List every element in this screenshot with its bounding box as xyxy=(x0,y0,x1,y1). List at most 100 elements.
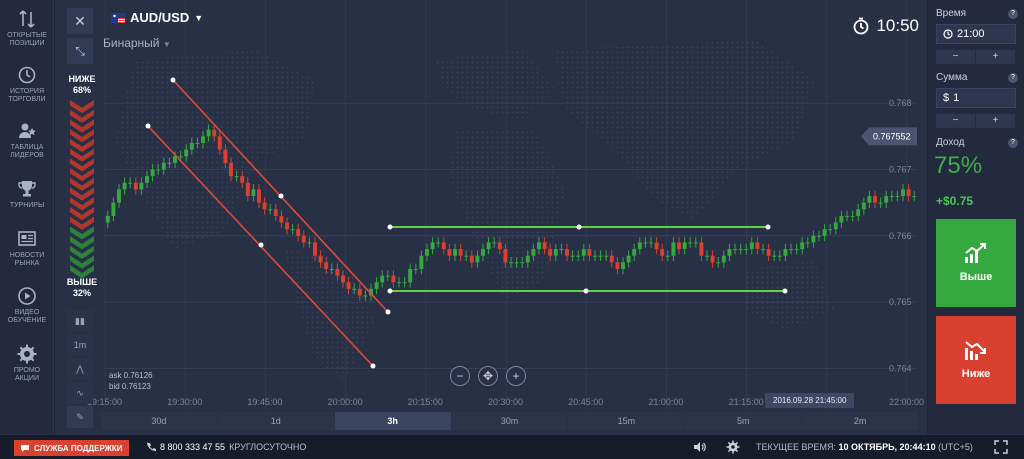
candle-body xyxy=(856,209,861,216)
candle-body xyxy=(895,196,900,198)
nav-label: ВИДЕО ОБУЧЕНИЕ xyxy=(7,309,47,324)
x-tick-label: 20:00:00 xyxy=(328,397,363,407)
x-tick-label: 19:45:00 xyxy=(247,397,282,407)
line-tool-icon[interactable]: ∿ xyxy=(67,382,93,404)
phone-number: 8 800 333 47 55 xyxy=(160,442,226,452)
drawing-handle xyxy=(370,363,376,369)
lower-button[interactable]: Ниже xyxy=(936,316,1016,404)
higher-label: Выше xyxy=(959,271,993,283)
candle-body xyxy=(352,288,357,290)
timeframe-30m[interactable]: 30m xyxy=(451,412,569,430)
candle-body xyxy=(649,242,653,244)
y-tick-label: 0.767 xyxy=(889,164,912,174)
x-tick-label: 20:30:00 xyxy=(488,397,523,407)
candle-body xyxy=(268,209,273,211)
trophy-icon xyxy=(18,181,36,197)
candle-body xyxy=(576,255,581,257)
zoom-out-button[interactable]: − xyxy=(450,366,470,386)
candle-body xyxy=(133,182,138,190)
candle-body xyxy=(654,242,659,250)
sentiment-lower-label: НИЖЕ xyxy=(68,74,96,84)
indicator-icon[interactable]: ⋀ xyxy=(67,358,93,380)
timeframe-30d[interactable]: 30d xyxy=(101,412,218,430)
help-icon[interactable]: ? xyxy=(1008,138,1018,148)
time-minus-button[interactable]: − xyxy=(936,50,976,64)
help-icon[interactable]: ? xyxy=(1008,73,1018,83)
ask-price: ask 0.76126 xyxy=(109,371,153,380)
settings-gear-icon[interactable] xyxy=(726,440,740,454)
time-plus-button[interactable]: + xyxy=(976,50,1016,64)
pencil-icon[interactable]: ✎ xyxy=(67,406,93,428)
candle-body xyxy=(749,242,754,250)
expiry-time-field[interactable]: 21:00 xyxy=(936,24,1016,44)
amount-field[interactable]: $ 1 xyxy=(936,88,1016,108)
candle-body xyxy=(363,295,368,297)
candle-body xyxy=(587,249,592,256)
sentiment-bar xyxy=(70,100,94,279)
flag-au-us-icon xyxy=(111,12,125,23)
candle-body xyxy=(245,182,250,197)
drawing-handle xyxy=(583,288,589,294)
timeframe-1d[interactable]: 1d xyxy=(217,412,335,430)
candle-body xyxy=(469,255,474,263)
asset-selector[interactable]: AUD/USD ▼ xyxy=(111,10,203,25)
nav-leaderboard[interactable]: ТАБЛИЦА ЛИДЕРОВ xyxy=(0,120,54,160)
asset-name: AUD/USD xyxy=(130,10,190,25)
amount-minus-button[interactable]: − xyxy=(936,114,976,128)
candle-body xyxy=(833,222,838,230)
sound-icon[interactable] xyxy=(692,440,706,454)
option-type-selector[interactable]: Бинарный ▼ xyxy=(103,36,171,50)
reset-view-icon[interactable]: ✥ xyxy=(478,366,498,386)
trading-app: ОТКРЫТЫЕ ПОЗИЦИИ ИСТОРИЯ ТОРГОВЛИ ТАБЛИЦ… xyxy=(0,0,1024,459)
sentiment-lower-pct: 68% xyxy=(72,85,91,95)
timeframe-2m[interactable]: 2m xyxy=(802,412,920,430)
timeframe-3h[interactable]: 3h xyxy=(334,412,452,430)
x-tick-label: 21:00:00 xyxy=(648,397,683,407)
currency-symbol: $ xyxy=(943,92,950,104)
candle-body xyxy=(503,249,508,263)
nav-promotions[interactable]: ПРОМО АКЦИИ xyxy=(0,343,54,383)
timeframe-button[interactable]: 1m xyxy=(67,334,93,356)
timeframe-5m[interactable]: 5m xyxy=(685,412,803,430)
candle-body xyxy=(335,268,340,276)
income-label: Доход xyxy=(936,137,965,148)
candle-body xyxy=(738,249,743,251)
close-icon[interactable]: ✕ xyxy=(67,8,93,34)
timeframe-15m[interactable]: 15m xyxy=(568,412,686,430)
server-time-value: 10 ОКТЯБРЬ, 20:44:10 xyxy=(838,442,936,452)
payout-percent: 75% xyxy=(934,152,983,179)
nav-trade-history[interactable]: ИСТОРИЯ ТОРГОВЛИ xyxy=(0,64,54,104)
candle-body xyxy=(565,249,569,256)
nav-label: ТУРНИРЫ xyxy=(9,202,45,209)
candle-body xyxy=(419,255,424,269)
candle-body xyxy=(660,249,665,256)
phone-info: 8 800 333 47 55 КРУГЛОСУТОЧНО xyxy=(146,442,306,452)
chart-type-icon[interactable]: ▮▮ xyxy=(67,310,93,332)
support-button[interactable]: СЛУЖБА ПОДДЕРЖКИ xyxy=(14,440,129,456)
candle-body xyxy=(682,242,687,250)
candle-body xyxy=(273,209,278,216)
trade-panel: Время ? 21:00 − + Сумма ? $ 1 − + Доход … xyxy=(928,0,1024,434)
higher-button[interactable]: Выше xyxy=(936,219,1016,307)
candle-body xyxy=(150,169,155,177)
candle-body xyxy=(257,189,261,203)
zoom-in-button[interactable]: + xyxy=(506,366,526,386)
candle-body xyxy=(492,242,497,244)
candle-body xyxy=(279,215,284,223)
candle-body xyxy=(716,262,721,264)
collapse-icon[interactable]: ⤡ xyxy=(67,38,93,64)
nav-video-training[interactable]: ВИДЕО ОБУЧЕНИЕ xyxy=(0,285,54,325)
fullscreen-icon[interactable] xyxy=(994,440,1008,454)
nav-open-positions[interactable]: ОТКРЫТЫЕ ПОЗИЦИИ xyxy=(0,8,54,48)
candle-body xyxy=(475,255,480,263)
candle-body xyxy=(413,268,418,270)
candle-body xyxy=(878,202,883,204)
nav-tournaments[interactable]: ТУРНИРЫ xyxy=(0,178,54,210)
nav-market-news[interactable]: НОВОСТИ РЫНКА xyxy=(0,228,54,268)
chart-area[interactable]: 0.768 0.767 0.766 0.765 0.764 19:15:00 19:30:… xyxy=(55,0,927,434)
help-icon[interactable]: ? xyxy=(1008,9,1018,19)
arrows-up-down-icon xyxy=(19,10,35,28)
candle-body xyxy=(604,255,609,257)
amount-plus-button[interactable]: + xyxy=(976,114,1016,128)
candle-body xyxy=(105,215,110,223)
